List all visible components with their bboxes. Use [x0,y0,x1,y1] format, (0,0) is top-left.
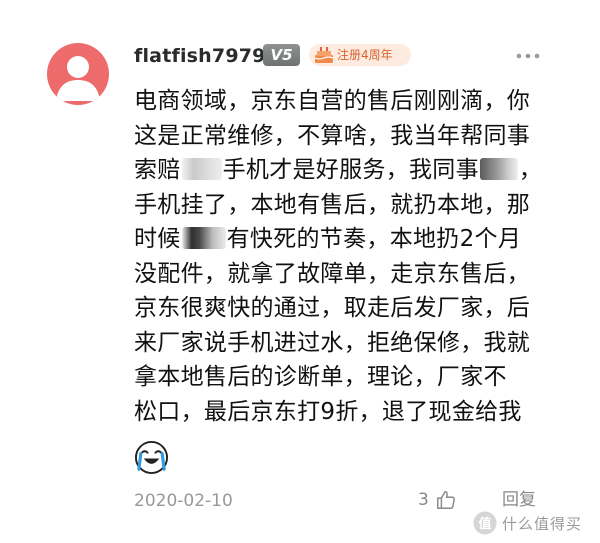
comment-line: 时候 有快死的节奏，本地扔2个月 [134,226,522,252]
like-count: 3 [418,490,429,510]
comment-line: 没配件，就拿了故障单，走京东售后， [134,260,531,287]
comment-body: 电商领域，京东自营的售后刚刚滴，你 这是正常维修，不算啥，我当年帮同事 索赔 手机… [134,84,554,429]
blurred-redaction [181,157,222,180]
crying-laughing-emoji [134,440,169,475]
comment-line: 电商领域，京东自营的售后刚刚滴，你 [134,88,531,114]
anniversary-badge-label: 注册4周年 [337,48,393,62]
comment-line: 手机挂了，本地有售后，就扔本地，那 [134,191,531,218]
comment-line: 索赔 手机才是好服务，我同事， [134,157,543,183]
svg-text:值: 值 [478,516,491,532]
default-user-avatar-icon [56,56,100,101]
smzdm-logo-icon: 值 [473,511,497,535]
watermark-text: 什么值得买 [502,514,583,533]
comment-line: 松口，最后京东打9折，退了现金给我 [134,398,522,425]
comment-line: 来厂家说手机进过水，拒绝保修，我就 [134,329,531,356]
more-dots-icon[interactable] [515,52,541,60]
vip-level-badge: V5 [263,44,300,66]
thumbs-up-icon [436,491,455,509]
like-button[interactable]: 3 [418,488,457,512]
anniversary-badge: 注册4周年 [309,44,411,66]
comment-date: 2020-02-10 [134,491,233,511]
comment-line: 京东很爽快的通过，取走后发厂家，后 [134,295,531,321]
user-avatar[interactable] [47,43,109,105]
blurred-redaction [181,226,226,249]
comment-line: 这是正常维修，不算啥，我当年帮同事 [134,122,531,149]
comment-line: 拿本地售后的诊断单，理论，厂家不 [134,364,507,390]
blurred-redaction [479,157,518,180]
author-name[interactable]: flatfish7979 [134,43,266,69]
site-watermark: 值 什么值得买 [472,508,594,538]
cake-icon [314,47,334,63]
